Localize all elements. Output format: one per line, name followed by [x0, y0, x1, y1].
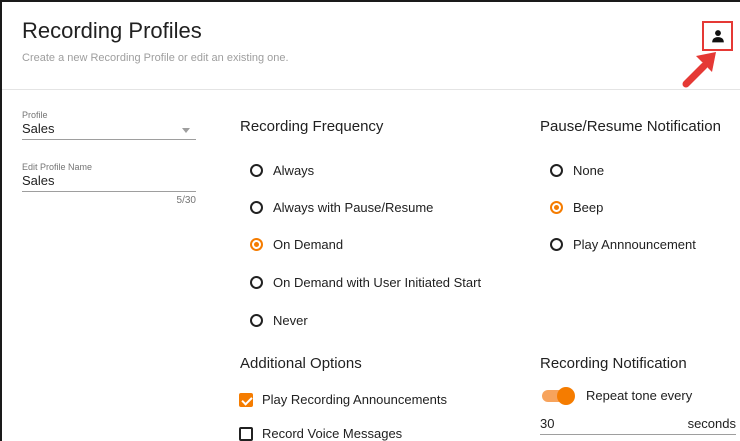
checkbox-checked[interactable]	[239, 392, 253, 407]
edit-profile-name-label: Edit Profile Name	[22, 162, 93, 172]
edit-profile-name-value: Sales	[22, 173, 55, 188]
repeat-interval-unit: seconds	[687, 416, 736, 431]
additional-options-title: Additional Options	[240, 355, 362, 372]
radio-label: Always with Pause/Resume	[273, 200, 434, 215]
page-header: Recording Profiles Create a new Recordin…	[2, 2, 740, 90]
checkbox-label: Play Recording Announcements	[262, 392, 448, 407]
edit-profile-name: Edit Profile Name Sales 5/30	[22, 162, 196, 206]
radio-always-with-pause-resume[interactable]: Always with Pause/Resume	[250, 200, 433, 215]
radio-label: On Demand	[273, 237, 344, 252]
recording-profiles-panel: Recording Profiles Create a new Recordin…	[0, 0, 740, 441]
toggle-thumb	[557, 386, 575, 405]
page-subtitle: Create a new Recording Profile or edit a…	[22, 52, 289, 64]
radio-label: Always	[273, 163, 315, 178]
radio-on-demand-user-initiated[interactable]: On Demand with User Initiated Start	[250, 275, 481, 290]
checkbox-record-voice-messages[interactable]: Record Voice Messages	[239, 426, 402, 441]
toggle-switch[interactable]	[542, 386, 575, 405]
pause-resume-title: Pause/Resume Notification	[540, 118, 721, 135]
radio-never[interactable]: Never	[250, 313, 308, 328]
profile-select-field[interactable]: Sales	[22, 121, 196, 140]
radio-label: Never	[273, 313, 308, 328]
checkbox-label: Record Voice Messages	[262, 426, 403, 441]
repeat-interval-value: 30	[540, 416, 555, 431]
person-icon	[711, 30, 724, 43]
radio-button-selected[interactable]	[250, 238, 263, 251]
radio-none[interactable]: None	[550, 163, 604, 178]
radio-button-selected[interactable]	[550, 201, 563, 214]
radio-button[interactable]	[550, 164, 563, 177]
radio-always[interactable]: Always	[250, 163, 314, 178]
radio-label: Play Annnouncement	[573, 237, 696, 252]
recording-notification-title: Recording Notification	[540, 355, 687, 372]
dropdown-caret-icon	[182, 128, 190, 133]
checkbox-play-recording-announcements[interactable]: Play Recording Announcements	[239, 392, 447, 407]
radio-on-demand[interactable]: On Demand	[250, 237, 343, 252]
character-counter: 5/30	[176, 195, 196, 206]
radio-button[interactable]	[550, 238, 563, 251]
page-title: Recording Profiles	[22, 18, 202, 43]
radio-beep[interactable]: Beep	[550, 200, 603, 215]
radio-label: Beep	[573, 200, 604, 215]
radio-button[interactable]	[250, 314, 263, 327]
repeat-tone-toggle[interactable]: Repeat tone every	[542, 386, 693, 405]
edit-profile-name-input[interactable]: Sales	[22, 173, 196, 192]
toggle-label: Repeat tone every	[586, 388, 693, 403]
radio-button[interactable]	[250, 164, 263, 177]
repeat-interval-input[interactable]: 30 seconds	[540, 416, 736, 435]
radio-button[interactable]	[250, 276, 263, 289]
recording-frequency-title: Recording Frequency	[240, 118, 384, 135]
profile-value: Sales	[22, 121, 55, 136]
radio-play-announcement[interactable]: Play Annnouncement	[550, 237, 696, 252]
profile-label: Profile	[22, 110, 48, 120]
radio-label: None	[573, 163, 605, 178]
checkbox-unchecked[interactable]	[239, 426, 253, 441]
profile-select[interactable]: Profile Sales	[22, 110, 196, 140]
callout-arrow-icon	[682, 52, 716, 88]
radio-label: On Demand with User Initiated Start	[273, 275, 482, 290]
radio-button[interactable]	[250, 201, 263, 214]
